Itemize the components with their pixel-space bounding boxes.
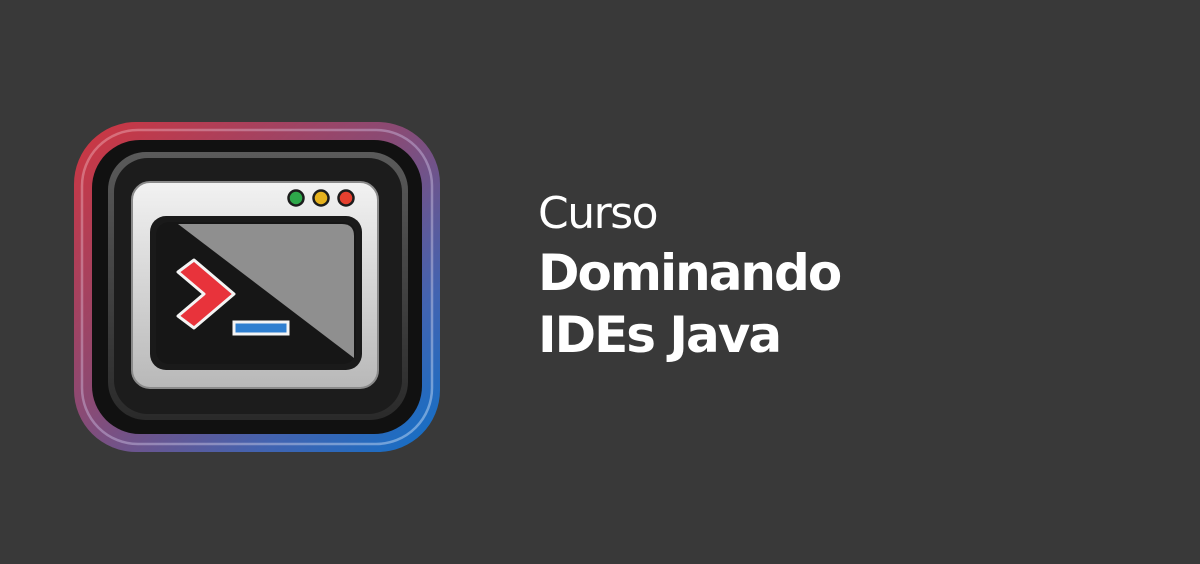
terminal-window-icon	[74, 122, 440, 452]
green-light-icon	[287, 189, 305, 207]
course-banner: Curso Dominando IDEs Java	[0, 0, 1200, 564]
cursor-bar-icon	[232, 320, 290, 336]
course-name-line-2: IDEs Java	[538, 306, 782, 364]
red-light-icon	[337, 189, 355, 207]
course-kicker: Curso	[538, 188, 659, 239]
course-name-line-1: Dominando	[538, 244, 842, 302]
course-title: Curso Dominando IDEs Java	[538, 186, 842, 366]
yellow-light-icon	[312, 189, 330, 207]
